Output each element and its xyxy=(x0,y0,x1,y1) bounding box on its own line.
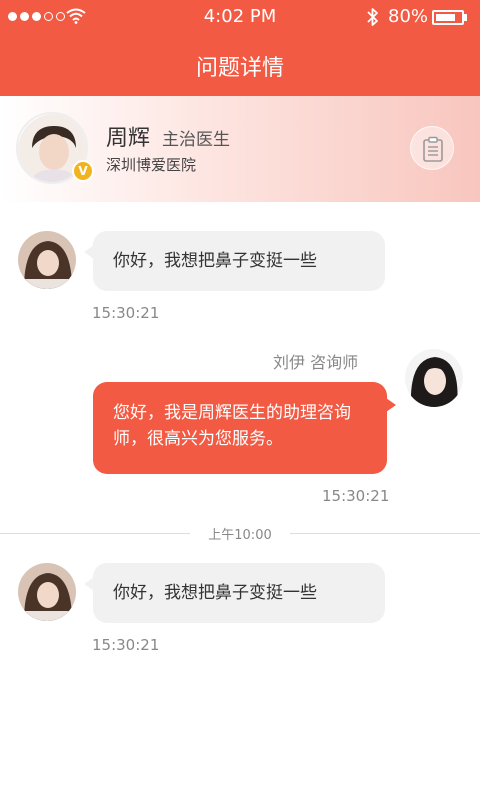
message-time: 15:30:21 xyxy=(92,304,160,322)
message-time: 15:30:21 xyxy=(92,636,160,654)
doctor-header: V 周辉 主治医生 深圳博爱医院 xyxy=(0,96,480,202)
medical-record-button[interactable] xyxy=(410,126,454,170)
consultant-avatar[interactable] xyxy=(405,349,463,407)
message-bubble-patient: 你好，我想把鼻子变挺一些 xyxy=(84,231,385,291)
doctor-hospital: 深圳博爱医院 xyxy=(106,156,197,174)
divider-line-right xyxy=(290,533,480,534)
divider-line-left xyxy=(0,533,190,534)
nav-bar: 问题详情 xyxy=(0,34,480,96)
status-bar: 4:02 PM 80% xyxy=(0,0,480,34)
message-bubble-patient: 你好，我想把鼻子变挺一些 xyxy=(84,563,385,623)
clipboard-icon xyxy=(423,136,443,162)
consultant-name-label: 刘伊 咨询师 xyxy=(273,353,359,372)
page-title: 问题详情 xyxy=(195,56,284,81)
battery-tip xyxy=(464,14,467,21)
battery-percent: 80% xyxy=(388,6,429,27)
patient-avatar[interactable] xyxy=(18,231,76,289)
message-time: 15:30:21 xyxy=(322,487,390,505)
bluetooth-icon xyxy=(367,8,378,26)
doctor-title: 主治医生 xyxy=(162,130,230,150)
battery-icon xyxy=(432,10,464,25)
message-bubble-consultant: 您好，我是周辉医生的助理咨询师，很高兴为您服务。 xyxy=(93,382,396,474)
battery-level-fill xyxy=(436,14,455,21)
verified-badge: V xyxy=(72,160,94,182)
time-divider-label: 上午10:00 xyxy=(208,528,272,543)
doctor-name: 周辉 xyxy=(106,126,151,151)
patient-avatar[interactable] xyxy=(18,563,76,621)
